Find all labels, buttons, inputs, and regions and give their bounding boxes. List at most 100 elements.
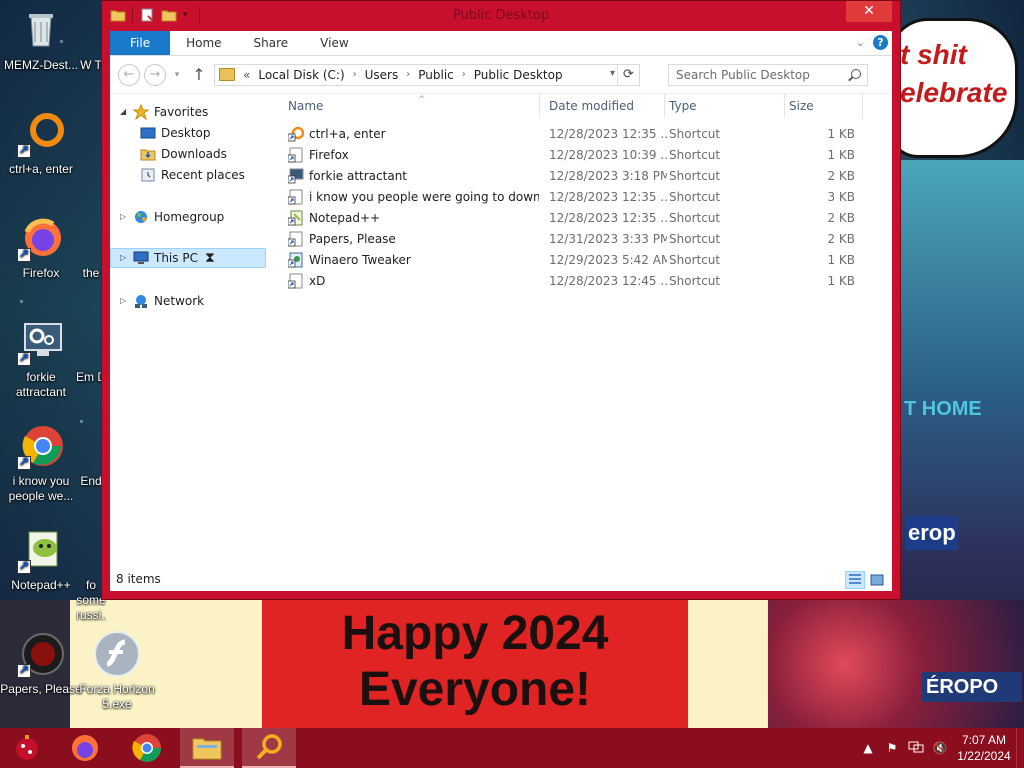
tab-file[interactable]: File	[110, 31, 171, 55]
homegroup-icon	[133, 209, 149, 225]
expand-triangle-icon[interactable]: ▷	[120, 248, 128, 268]
settings-computer-icon	[17, 318, 65, 366]
tab-share[interactable]: Share	[238, 31, 305, 55]
recent-locations-dropdown[interactable]: ▾	[170, 70, 184, 80]
action-center-flag-icon[interactable]: ⚑	[880, 741, 904, 755]
large-icons-view-button[interactable]	[867, 571, 887, 589]
shortcut-arrow-icon	[17, 558, 31, 574]
back-button[interactable]: ←	[118, 63, 140, 86]
tab-view[interactable]: View	[304, 31, 364, 55]
column-header-type[interactable]: Type	[665, 94, 785, 118]
collapse-triangle-icon[interactable]: ◢	[120, 102, 128, 122]
clock-time: 7:07 AM	[961, 733, 1007, 747]
network-status-icon[interactable]	[904, 740, 928, 757]
address-history-dropdown-icon[interactable]: ▾	[610, 68, 615, 79]
nav-item-recent-places[interactable]: Recent places	[140, 165, 245, 185]
recent-places-icon	[140, 167, 156, 183]
file-size: 1 KB	[827, 127, 855, 141]
shortcut-icon	[287, 147, 304, 163]
breadcrumb-users[interactable]: Users	[365, 68, 399, 82]
downloads-folder-icon	[140, 146, 156, 162]
breadcrumb-separator-icon[interactable]: ›	[406, 69, 410, 80]
file-size: 1 KB	[827, 253, 855, 267]
tweaker-shortcut-icon	[287, 252, 304, 268]
breadcrumb-public[interactable]: Public	[418, 68, 454, 82]
file-row[interactable]: xD 12/28/2023 12:45 ... Shortcut 1 KB	[280, 271, 864, 292]
refresh-button[interactable]: ⟳	[617, 64, 639, 85]
show-hidden-icons-chevron-icon[interactable]: ▲	[856, 741, 880, 755]
explorer-window[interactable]: ▾ Public Desktop ✕ File Home Share View …	[101, 0, 901, 600]
shortcut-arrow-icon	[17, 246, 31, 262]
tab-home[interactable]: Home	[170, 31, 237, 55]
settings-shortcut-icon	[287, 168, 304, 184]
desktop-icon-firefox[interactable]: Firefox	[0, 214, 82, 281]
expand-triangle-icon[interactable]: ▷	[120, 207, 128, 227]
shortcut-arrow-icon	[17, 142, 31, 158]
column-header-name[interactable]: Name ^	[284, 94, 540, 118]
help-icon[interactable]: ?	[873, 35, 888, 50]
file-row[interactable]: Winaero Tweaker 12/29/2023 5:42 AM Short…	[280, 250, 864, 271]
breadcrumb-separator-icon[interactable]: ›	[353, 69, 357, 80]
desktop-icon-papers-please[interactable]: Papers, Please	[0, 630, 82, 697]
magnifier-icon	[256, 734, 282, 760]
breadcrumb-public-desktop[interactable]: Public Desktop	[474, 68, 563, 82]
start-button[interactable]	[0, 728, 54, 768]
clock[interactable]: 7:07 AM 1/22/2024	[952, 732, 1016, 764]
file-row[interactable]: forkie attractant 12/28/2023 3:18 PM Sho…	[280, 166, 864, 187]
file-row[interactable]: Papers, Please 12/31/2023 3:33 PM Shortc…	[280, 229, 864, 250]
desktop-icon-forza-horizon[interactable]: Forza Horizon 5.exe	[76, 630, 158, 712]
bubble-line-1: t shit	[900, 39, 967, 70]
nav-item-desktop[interactable]: Desktop	[140, 123, 211, 143]
show-desktop-button[interactable]	[1016, 728, 1024, 768]
taskbar-firefox[interactable]	[58, 728, 112, 768]
title-bar[interactable]: ▾ Public Desktop ✕	[102, 1, 900, 31]
file-row[interactable]: ctrl+a, enter 12/28/2023 12:35 ... Short…	[280, 124, 864, 145]
details-view-button[interactable]	[845, 571, 865, 589]
shortcut-icon	[287, 273, 304, 289]
search-placeholder: Search Public Desktop	[676, 67, 810, 82]
up-button[interactable]: ↑	[188, 65, 210, 84]
nav-item-downloads[interactable]: Downloads	[140, 144, 227, 164]
taskbar-search-app[interactable]	[242, 728, 296, 768]
forward-button[interactable]: →	[144, 63, 166, 86]
column-header-date-modified[interactable]: Date modified	[545, 94, 665, 118]
nav-item-this-pc[interactable]: ▷ This PC ⧗	[110, 248, 266, 268]
desktop-icon-label: W T	[80, 58, 102, 72]
search-input[interactable]: Search Public Desktop	[668, 63, 868, 86]
nav-item-favorites[interactable]: ◢ Favorites	[120, 102, 208, 122]
status-bar: 8 items	[110, 567, 892, 591]
folder-icon	[219, 68, 235, 81]
column-header-label: Size	[789, 99, 814, 113]
file-size: 1 KB	[827, 274, 855, 288]
taskbar-file-explorer[interactable]	[180, 728, 234, 768]
desktop-icon-notepadpp[interactable]: Notepad++	[0, 526, 82, 593]
file-type: Shortcut	[669, 232, 721, 246]
file-type: Shortcut	[669, 190, 721, 204]
volume-muted-icon[interactable]: 🔇	[928, 741, 952, 755]
column-header-size[interactable]: Size	[785, 94, 863, 118]
file-row[interactable]: i know you people were going to downlo..…	[280, 187, 864, 208]
desktop-icon-memz[interactable]: MEMZ-Dest...	[0, 6, 82, 73]
desktop-icon-forkie-attractant[interactable]: forkie attractant	[0, 318, 82, 400]
nav-item-homegroup[interactable]: ▷ Homegroup	[120, 207, 224, 227]
expand-ribbon-chevron-icon[interactable]: ⌄	[856, 36, 865, 49]
search-icon[interactable]	[851, 68, 861, 79]
expand-triangle-icon[interactable]: ▷	[120, 291, 128, 311]
file-date: 12/28/2023 12:35 ...	[549, 190, 667, 204]
file-row[interactable]: Notepad++ 12/28/2023 12:35 ... Shortcut …	[280, 208, 864, 229]
desktop-icon-i-know-you-people[interactable]: i know you people we...	[0, 422, 82, 504]
breadcrumb-separator-icon[interactable]: ›	[462, 69, 466, 80]
close-button[interactable]: ✕	[846, 1, 892, 22]
file-explorer-icon	[192, 738, 222, 760]
desktop-icon-ctrl-a-enter[interactable]: ctrl+a, enter	[0, 110, 82, 177]
item-count: 8 items	[116, 572, 161, 586]
nav-item-network[interactable]: ▷ Network	[120, 291, 204, 311]
taskbar-chrome[interactable]	[120, 728, 174, 768]
address-bar[interactable]: « Local Disk (C:) › Users › Public › Pub…	[214, 63, 640, 86]
address-overflow-chevron[interactable]: «	[243, 68, 250, 82]
wallpaper-panel	[688, 600, 768, 728]
nav-item-label: Homegroup	[154, 210, 225, 224]
file-row[interactable]: Firefox 12/28/2023 10:39 ... Shortcut 1 …	[280, 145, 864, 166]
banner-text: Happy 2024 Everyone!	[262, 606, 688, 718]
breadcrumb-local-disk[interactable]: Local Disk (C:)	[258, 68, 344, 82]
